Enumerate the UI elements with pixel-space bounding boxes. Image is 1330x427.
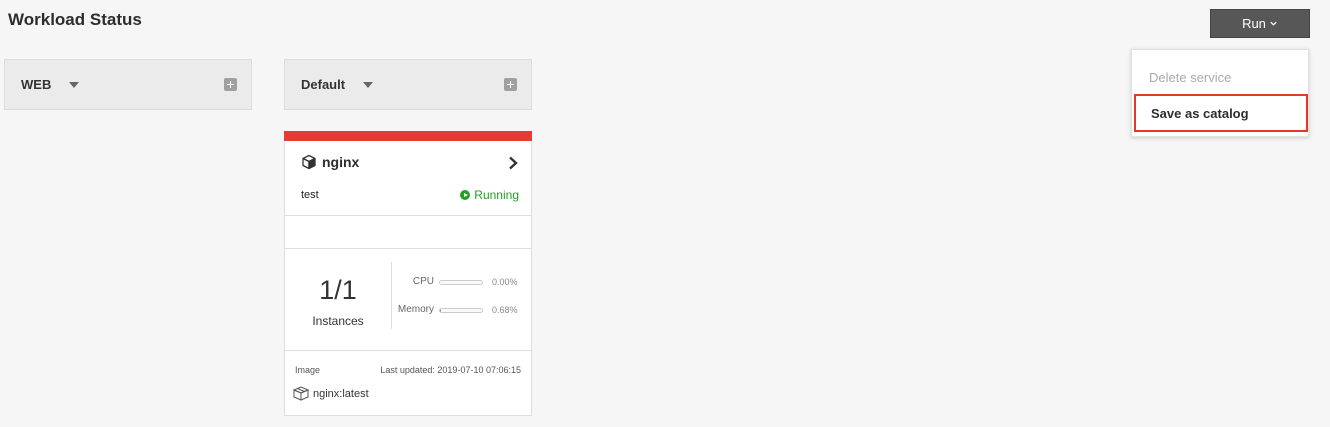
image-row: nginx:latest [293, 386, 369, 401]
play-circle-icon [460, 190, 471, 200]
menu-item-delete-service: Delete service [1149, 69, 1232, 85]
run-dropdown-menu: Delete service Save as catalog [1131, 49, 1309, 137]
divider [285, 350, 531, 351]
group-name: Default [301, 77, 346, 92]
cpu-bar [439, 280, 483, 285]
menu-item-save-as-catalog[interactable]: Save as catalog [1134, 94, 1308, 132]
service-title-row: nginx [301, 154, 359, 170]
memory-label: Memory [397, 304, 434, 315]
cpu-value: 0.00% [492, 277, 518, 287]
image-name: nginx:latest [313, 387, 369, 400]
status-text: Running [474, 188, 519, 202]
box-icon [293, 386, 309, 401]
status-badge: Running [460, 188, 519, 202]
group-name: WEB [21, 77, 52, 92]
image-label: Image [295, 365, 321, 375]
add-service-icon[interactable] [504, 78, 517, 91]
add-service-icon[interactable] [224, 78, 237, 91]
chevron-down-icon [1270, 21, 1277, 26]
last-updated: Last updated: 2019-07-10 07:06:15 [380, 365, 521, 375]
run-label: Run [1242, 16, 1266, 31]
service-name[interactable]: nginx [322, 154, 359, 170]
chevron-right-icon[interactable] [508, 156, 518, 170]
instances-count: 1/1 [319, 275, 357, 305]
memory-value: 0.68% [492, 305, 518, 315]
run-button[interactable]: Run [1210, 9, 1310, 38]
caret-down-icon[interactable] [69, 81, 80, 88]
instances-label: Instances [312, 314, 364, 328]
service-description: test [301, 189, 319, 201]
cpu-label: CPU [412, 276, 434, 287]
divider [285, 215, 531, 216]
divider [285, 248, 531, 249]
caret-down-icon[interactable] [363, 81, 374, 88]
group-header-web: WEB [4, 59, 252, 110]
status-stripe [284, 131, 532, 141]
cube-icon [302, 154, 316, 170]
memory-bar [439, 308, 483, 313]
service-card: nginx test Running 1/1 Instances CPU 0.0… [284, 131, 532, 416]
group-header-default: Default [284, 59, 532, 110]
page-title: Workload Status [8, 10, 142, 29]
vertical-divider [391, 262, 392, 329]
